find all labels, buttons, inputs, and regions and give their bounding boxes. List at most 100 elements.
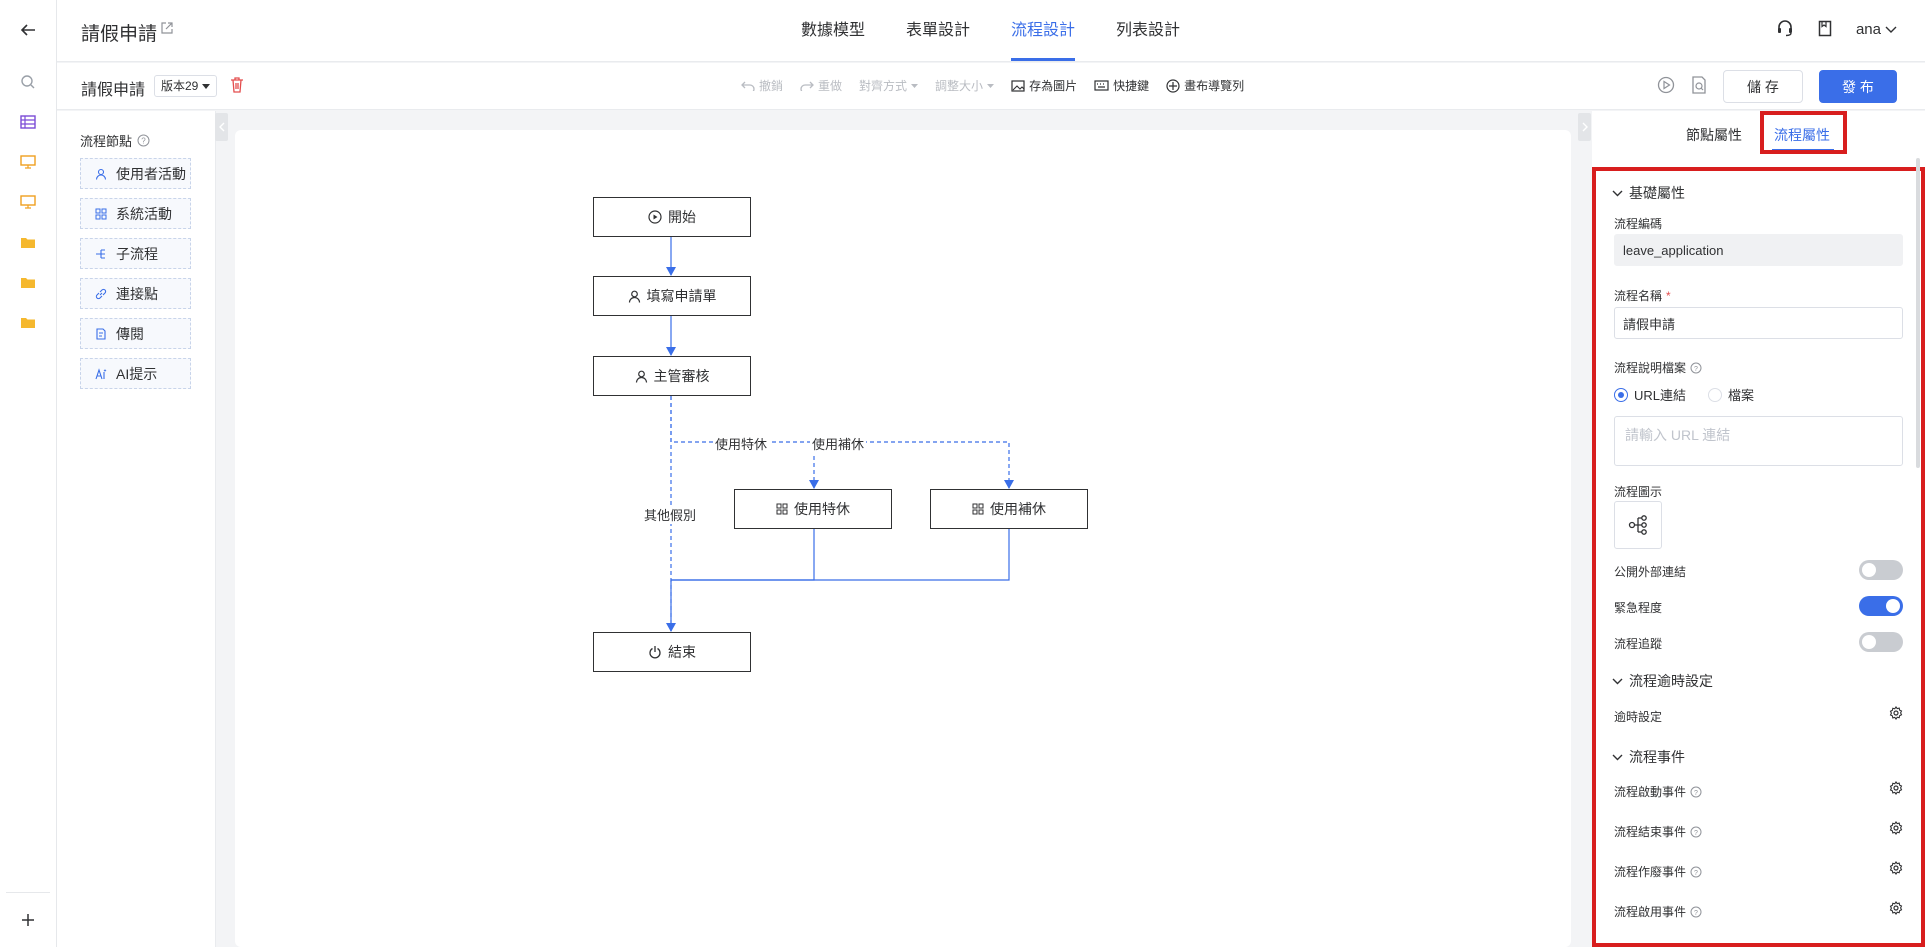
- left-nav-rail: [0, 0, 57, 947]
- search-icon[interactable]: [16, 70, 40, 94]
- tab-node-properties[interactable]: 節點屬性: [1686, 125, 1742, 145]
- url-input[interactable]: 請輸入 URL 連結: [1614, 416, 1903, 466]
- monitor-icon[interactable]: [16, 150, 40, 174]
- section-events[interactable]: 流程事件: [1612, 747, 1685, 767]
- help-icon[interactable]: ?: [1690, 826, 1702, 838]
- edge-label-other[interactable]: 其他假別: [642, 505, 699, 524]
- grid-icon: [776, 503, 788, 515]
- shortcuts-button[interactable]: 快捷鍵: [1094, 77, 1149, 94]
- keyboard-icon: [1094, 80, 1109, 91]
- folder-icon[interactable]: [16, 230, 40, 254]
- preview-doc-icon[interactable]: [1691, 76, 1707, 97]
- tab-form-design[interactable]: 表單設計: [906, 0, 970, 62]
- event-end-gear-icon[interactable]: [1889, 821, 1903, 835]
- section-title: 基礎屬性: [1629, 185, 1685, 201]
- folder-icon[interactable]: [16, 310, 40, 334]
- palette-item-ai-prompt[interactable]: AI提示: [80, 358, 191, 389]
- event-label-text: 流程作廢事件: [1614, 865, 1687, 879]
- folder-icon[interactable]: [16, 270, 40, 294]
- node-use-comp-leave[interactable]: 使用補休: [930, 489, 1088, 529]
- external-link-icon[interactable]: [161, 22, 173, 37]
- caret-down-icon: [987, 83, 995, 88]
- panel-tabs: 節點屬性 流程屬性: [1592, 111, 1925, 154]
- public-link-text: 公開外部連結: [1614, 565, 1687, 579]
- node-start[interactable]: 開始: [593, 197, 751, 237]
- help-icon[interactable]: ?: [1690, 786, 1702, 798]
- version-select[interactable]: 版本29: [154, 75, 218, 97]
- designer-tabs: 數據模型 表單設計 流程設計 列表設計: [801, 0, 1221, 62]
- node-fill-application[interactable]: 填寫申請單: [593, 276, 751, 316]
- public-link-switch[interactable]: [1859, 560, 1903, 580]
- help-icon[interactable]: ?: [1690, 866, 1702, 878]
- palette-item-subprocess[interactable]: 子流程: [80, 238, 191, 269]
- event-enable-gear-icon[interactable]: [1889, 901, 1903, 915]
- tab-list-design[interactable]: 列表設計: [1116, 0, 1180, 62]
- publish-button[interactable]: 發 布: [1819, 70, 1897, 103]
- save-button[interactable]: 儲 存: [1723, 70, 1803, 103]
- user-menu[interactable]: ana: [1856, 21, 1897, 38]
- flow-canvas[interactable]: 開始 填寫申請單 主管審核 使用特休 使用補休 結束 使用特休 使用補休 其他假…: [235, 130, 1571, 947]
- plus-icon[interactable]: [16, 908, 40, 932]
- name-field[interactable]: 請假申請: [1614, 307, 1903, 339]
- palette-item-circulate[interactable]: 傳閱: [80, 318, 191, 349]
- edge-label-special[interactable]: 使用特休: [713, 434, 770, 453]
- delete-version-icon[interactable]: [230, 77, 244, 96]
- node-manager-review[interactable]: 主管審核: [593, 356, 751, 396]
- radio-file[interactable]: [1708, 387, 1723, 402]
- radio-url[interactable]: [1614, 387, 1628, 402]
- section-title: 流程事件: [1629, 749, 1685, 765]
- edge-label-comp[interactable]: 使用補休: [810, 434, 867, 453]
- svg-text:?: ?: [1694, 790, 1698, 797]
- canvas-nav-button[interactable]: 畫布導覽列: [1166, 77, 1244, 94]
- event-label-text: 流程啟動事件: [1614, 785, 1687, 799]
- node-use-annual-leave[interactable]: 使用特休: [734, 489, 892, 529]
- resize-dropdown[interactable]: 調整大小: [935, 77, 995, 94]
- run-icon[interactable]: [1657, 76, 1675, 97]
- code-label: 流程編碼: [1614, 215, 1662, 232]
- redo-button[interactable]: 重做: [800, 77, 842, 94]
- table-icon[interactable]: [16, 110, 40, 134]
- app-title: 請假申請: [81, 24, 158, 45]
- book-icon[interactable]: [1818, 20, 1832, 40]
- palette-item-label: 連接點: [116, 285, 158, 302]
- save-image-button[interactable]: 存為圖片: [1011, 77, 1077, 94]
- code-value: leave_application: [1623, 242, 1724, 258]
- section-basic[interactable]: 基礎屬性: [1612, 183, 1685, 203]
- name-value: 請假申請: [1623, 316, 1676, 332]
- monitor-icon[interactable]: [16, 190, 40, 214]
- event-start-gear-icon[interactable]: [1889, 781, 1903, 795]
- trace-switch[interactable]: [1859, 632, 1903, 652]
- collapse-palette-handle[interactable]: [215, 113, 228, 141]
- undo-button[interactable]: 撤銷: [741, 77, 783, 94]
- headset-icon[interactable]: [1776, 19, 1794, 40]
- icon-label: 流程圖示: [1614, 483, 1662, 500]
- panel-scrollbar[interactable]: [1916, 158, 1920, 468]
- rail-divider: [6, 892, 50, 893]
- section-timeout[interactable]: 流程逾時設定: [1612, 671, 1713, 691]
- edge-comp-to-end[interactable]: [666, 529, 1010, 632]
- node-label: 填寫申請單: [646, 288, 717, 304]
- caret-down-icon: [202, 83, 211, 89]
- back-arrow-icon[interactable]: [16, 18, 40, 42]
- edge-fill-to-review[interactable]: [666, 316, 676, 356]
- palette-item-user-activity[interactable]: 使用者活動: [80, 158, 191, 189]
- help-icon[interactable]: ?: [137, 134, 150, 147]
- timeout-settings-gear-icon[interactable]: [1889, 706, 1903, 720]
- doc-label: 流程說明檔案 ?: [1614, 359, 1702, 376]
- event-void-gear-icon[interactable]: [1889, 861, 1903, 875]
- node-label: 結束: [668, 644, 696, 660]
- help-icon[interactable]: ?: [1690, 362, 1702, 374]
- help-icon[interactable]: ?: [1690, 906, 1702, 918]
- tab-flow-design[interactable]: 流程設計: [1011, 0, 1076, 62]
- palette-item-connector[interactable]: 連接點: [80, 278, 191, 309]
- palette-item-label: AI提示: [116, 365, 158, 382]
- align-dropdown[interactable]: 對齊方式: [859, 77, 919, 94]
- urgency-switch[interactable]: [1859, 596, 1903, 616]
- tab-data-model[interactable]: 數據模型: [801, 0, 865, 62]
- collapse-panel-handle[interactable]: [1578, 113, 1591, 141]
- flow-icon-picker[interactable]: [1614, 501, 1662, 549]
- shortcuts-label: 快捷鍵: [1113, 79, 1150, 93]
- palette-item-system-activity[interactable]: 系統活動: [80, 198, 191, 229]
- event-void-label: 流程作廢事件 ?: [1614, 863, 1702, 880]
- node-end[interactable]: 結束: [593, 632, 751, 672]
